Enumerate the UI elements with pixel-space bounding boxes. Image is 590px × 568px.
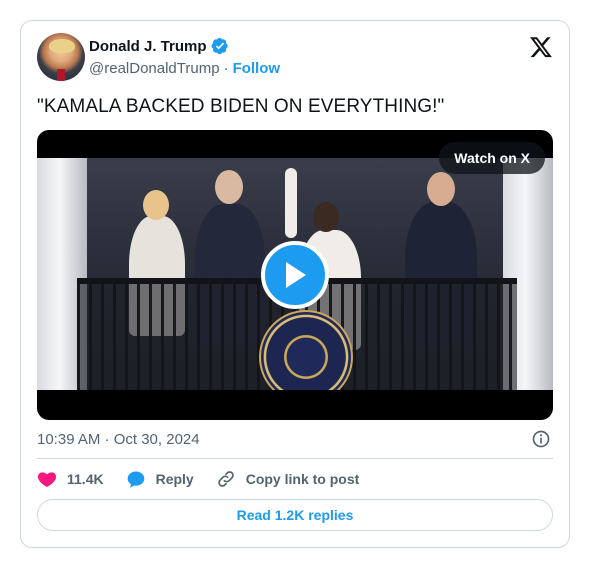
read-replies-button[interactable]: Read 1.2K replies: [37, 499, 553, 531]
author-name[interactable]: Donald J. Trump: [89, 38, 207, 55]
x-logo-icon[interactable]: [529, 35, 553, 59]
play-icon: [286, 262, 306, 288]
like-count: 11.4K: [67, 471, 104, 487]
tweet-card: Donald J. Trump @realDonaldTrump · Follo…: [20, 20, 570, 548]
info-icon[interactable]: [531, 429, 551, 449]
watch-on-x-button[interactable]: Watch on X: [439, 142, 545, 174]
tweet-header: Donald J. Trump @realDonaldTrump · Follo…: [37, 33, 553, 83]
tweet-text: "KAMALA BACKED BIDEN ON EVERYTHING!": [37, 96, 445, 117]
link-icon: [217, 471, 234, 487]
author-avatar[interactable]: [37, 33, 85, 81]
author-handle[interactable]: @realDonaldTrump: [89, 60, 220, 77]
play-button[interactable]: [261, 241, 329, 309]
like-button[interactable]: 11.4K: [37, 469, 104, 489]
author-name-row: Donald J. Trump: [89, 37, 229, 55]
person-1-head: [143, 190, 169, 220]
separator-dot: ·: [223, 60, 229, 77]
copy-link-button[interactable]: Copy link to post: [216, 469, 360, 489]
follow-button[interactable]: Follow: [233, 60, 281, 77]
video-player[interactable]: Watch on X: [37, 130, 553, 420]
author-handle-row: @realDonaldTrump · Follow: [89, 60, 280, 77]
tweet-actions: 11.4K Reply Copy link to post: [37, 468, 381, 490]
person-3-raised-arm: [285, 168, 297, 238]
person-2-head: [215, 170, 243, 204]
person-3-head: [313, 202, 339, 232]
reply-bubble-icon: [127, 471, 144, 488]
verified-badge-icon: [211, 37, 228, 55]
divider: [37, 458, 553, 459]
heart-icon: [37, 472, 57, 487]
person-4-head: [427, 172, 455, 206]
reply-button[interactable]: Reply: [126, 469, 194, 489]
copy-link-label: Copy link to post: [245, 471, 360, 487]
tweet-timestamp[interactable]: 10:39 AM · Oct 30, 2024: [37, 431, 200, 448]
reply-label: Reply: [155, 471, 194, 487]
